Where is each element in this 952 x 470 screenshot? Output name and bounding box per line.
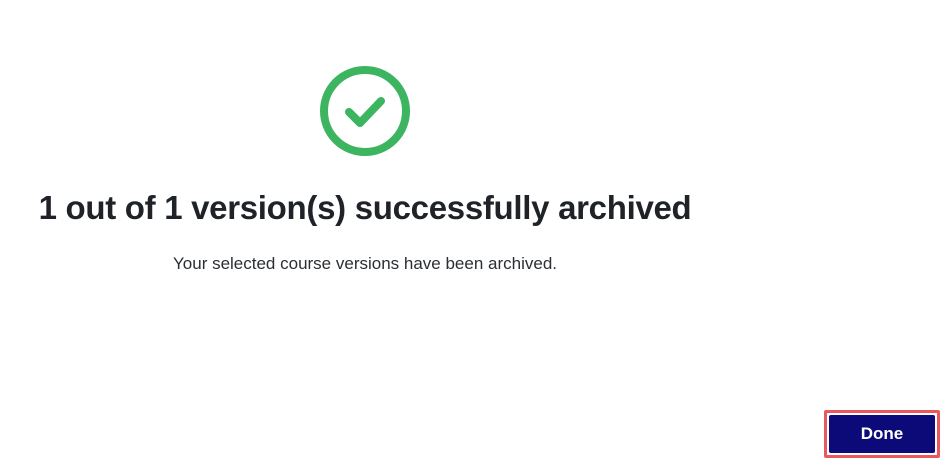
dialog-message: Your selected course versions have been … [173,254,557,273]
done-button[interactable]: Done [829,415,935,453]
done-button-highlight: Done [824,410,940,458]
dialog-title: 1 out of 1 version(s) successfully archi… [38,189,692,226]
archive-success-dialog: 1 out of 1 version(s) successfully archi… [0,0,952,470]
check-circle-icon [318,64,412,158]
